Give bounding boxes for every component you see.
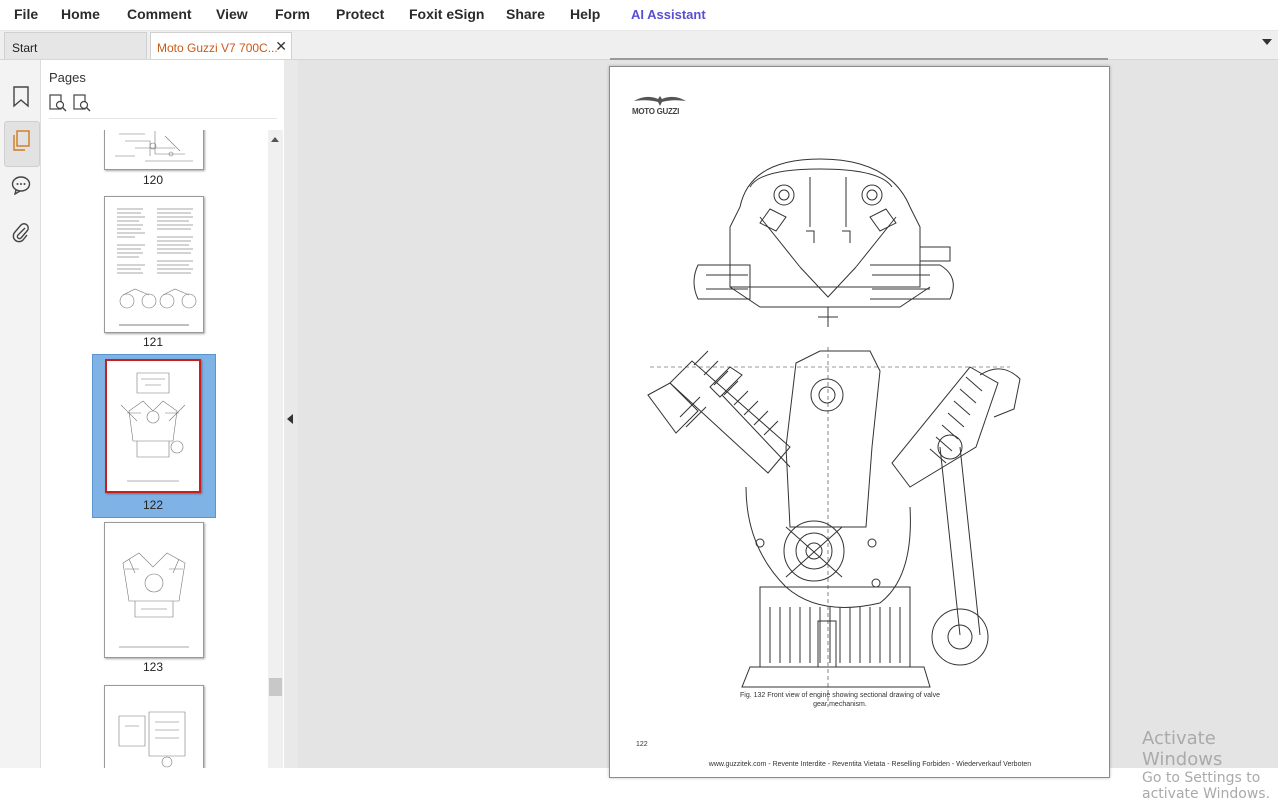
- tab-start[interactable]: Start: [4, 32, 147, 59]
- document-viewer[interactable]: MOTO GUZZI Fig. 132 Front view of engine…: [298, 58, 1278, 778]
- thumbnails-scrollbar[interactable]: [268, 130, 283, 768]
- tab-document[interactable]: Moto Guzzi V7 700C... ✕: [150, 32, 292, 59]
- menu-protect[interactable]: Protect: [336, 6, 384, 22]
- pages-icon[interactable]: [8, 128, 34, 154]
- activation-watermark: Activate Windows Go to Settings to activ…: [1142, 728, 1278, 802]
- tab-document-label: Moto Guzzi V7 700C...: [157, 41, 278, 55]
- menu-ai-assistant[interactable]: AI Assistant: [631, 7, 706, 22]
- page-thumbnail[interactable]: [104, 130, 204, 170]
- engine-drawing: [647, 158, 1021, 707]
- printed-page-number: 122: [636, 741, 648, 748]
- figure-caption-line1: Fig. 132 Front view of engine showing se…: [740, 692, 940, 699]
- scroll-up-arrow-icon[interactable]: [271, 137, 279, 142]
- previous-page-edge: [610, 58, 1108, 60]
- panel-collapse-handle[interactable]: [284, 60, 298, 768]
- comments-icon[interactable]: [8, 172, 34, 198]
- zoom-in-thumbnails-icon[interactable]: [49, 94, 69, 114]
- pages-panel: Pages 120 121 122 123: [41, 60, 284, 768]
- watermark-line1: Activate Windows: [1142, 728, 1223, 770]
- page-thumbnail-current[interactable]: [105, 359, 201, 493]
- menu-bar: File Home Comment View Form Protect Foxi…: [0, 0, 1278, 31]
- page-thumbnails-list: 120 121 122 123: [41, 130, 267, 768]
- tab-start-label: Start: [12, 41, 38, 55]
- menu-form[interactable]: Form: [275, 6, 310, 22]
- page-number-label: 122: [142, 498, 164, 512]
- pages-panel-title: Pages: [49, 70, 86, 85]
- page-thumbnail[interactable]: [104, 522, 204, 658]
- page-thumbnail[interactable]: [104, 196, 204, 333]
- document-page: MOTO GUZZI Fig. 132 Front view of engine…: [609, 66, 1110, 778]
- close-icon[interactable]: ✕: [275, 38, 287, 55]
- page-footer: www.guzzitek.com - Revente Interdite - R…: [708, 761, 1032, 768]
- zoom-out-thumbnails-icon[interactable]: [73, 94, 93, 114]
- panel-divider: [49, 118, 277, 119]
- figure-caption-line2: gear mechanism.: [813, 701, 867, 708]
- bookmark-icon[interactable]: [8, 84, 34, 110]
- watermark-line2: Go to Settings to activate Windows.: [1142, 770, 1271, 802]
- brand-text: MOTO GUZZI: [632, 107, 680, 116]
- collapse-arrow-icon[interactable]: [287, 414, 293, 424]
- page-number-label: 123: [142, 660, 164, 674]
- menu-view[interactable]: View: [216, 6, 248, 22]
- tab-list-chevron-down-icon[interactable]: [1262, 39, 1272, 45]
- menu-home[interactable]: Home: [61, 6, 100, 22]
- menu-file[interactable]: File: [14, 6, 38, 22]
- menu-help[interactable]: Help: [570, 6, 600, 22]
- menu-comment[interactable]: Comment: [127, 6, 192, 22]
- page-thumbnail[interactable]: [104, 685, 204, 768]
- attachments-icon[interactable]: [8, 220, 34, 246]
- left-navigation-bar: [0, 60, 41, 768]
- menu-foxit-esign[interactable]: Foxit eSign: [409, 6, 484, 22]
- page-number-label: 121: [142, 335, 164, 349]
- menu-share[interactable]: Share: [506, 6, 545, 22]
- figure-caption: Fig. 132 Front view of engine showing se…: [710, 691, 970, 709]
- page-number-label: 120: [142, 173, 164, 187]
- scroll-thumb[interactable]: [269, 678, 282, 696]
- tab-bar: Start Moto Guzzi V7 700C... ✕: [0, 31, 1278, 60]
